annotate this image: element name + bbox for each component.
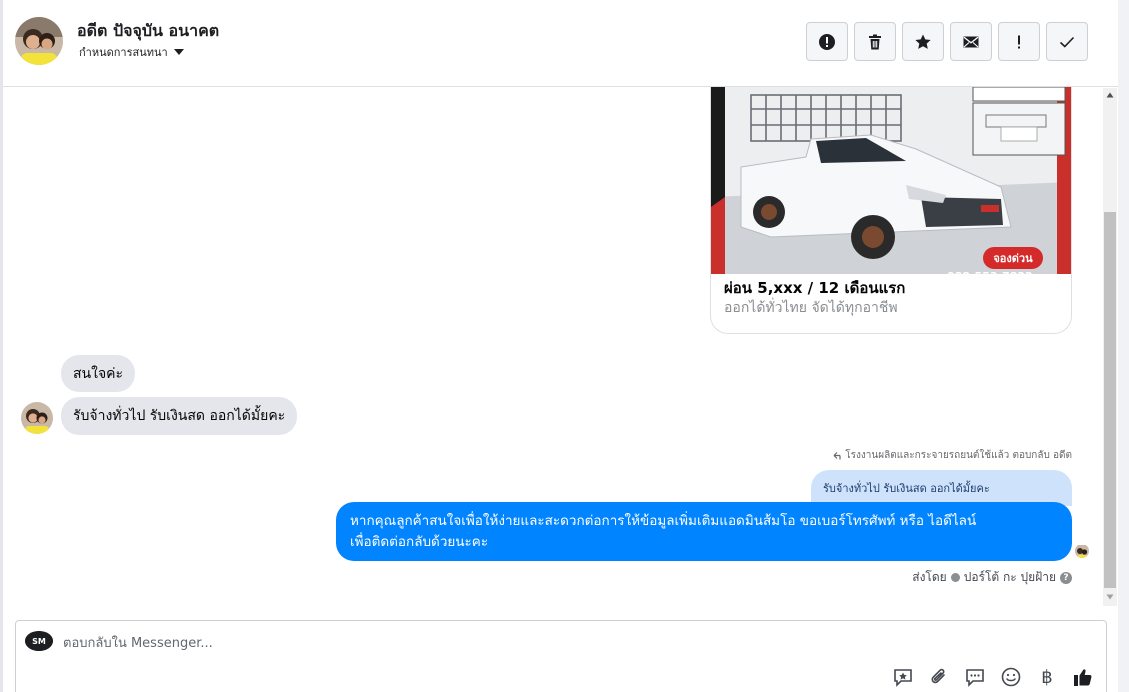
scroll-down-arrow-icon[interactable] xyxy=(1103,594,1117,604)
shared-post-subtitle: ออกได้ทั่วไทย จัดได้ทุกอาชีพ xyxy=(724,300,898,316)
report-spam-button[interactable] xyxy=(806,22,848,61)
caret-down-icon xyxy=(173,49,184,55)
incoming-message[interactable]: สนใจค่ะ xyxy=(61,355,136,392)
alert-circle-icon xyxy=(819,33,835,50)
payment-button[interactable]: ฿ xyxy=(1035,665,1059,689)
attach-file-button[interactable] xyxy=(927,665,951,689)
mark-done-button[interactable] xyxy=(1046,22,1088,61)
right-gutter xyxy=(1118,0,1129,692)
outgoing-message[interactable]: หากคุณลูกค้าสนใจเพื่อให้ง่ายและสะดวกต่อก… xyxy=(336,502,1072,561)
saved-reply-icon xyxy=(894,669,912,687)
attachment-icon xyxy=(931,668,945,684)
seen-avatar xyxy=(1075,544,1089,558)
baht-icon: ฿ xyxy=(1041,666,1053,688)
star-button[interactable] xyxy=(902,22,944,61)
message-templates-button[interactable] xyxy=(963,665,987,689)
thumbs-up-icon xyxy=(1074,669,1092,686)
message-scrollbar[interactable] xyxy=(1103,88,1117,606)
assign-conversation-dropdown[interactable]: กำหนดการสนทนา xyxy=(79,43,184,61)
follow-up-button[interactable] xyxy=(998,22,1040,61)
reply-context: โรงงานผลิตและกระจายรถยนต์ใช้แล้ว ตอบกลับ… xyxy=(833,448,1072,463)
contact-name[interactable]: อดีต ปัจจุบัน อนาคต xyxy=(77,19,219,44)
checkmark-icon xyxy=(1059,36,1075,48)
outgoing-message-line: หากคุณลูกค้าสนใจเพื่อให้ง่ายและสะดวกต่อก… xyxy=(350,513,977,529)
image-badge-text: จองด่วน xyxy=(993,252,1033,265)
sender-name[interactable]: ปอร์โต้ กะ ปุยฝ้าย xyxy=(964,568,1056,587)
saved-reply-button[interactable] xyxy=(891,665,915,689)
reply-input[interactable] xyxy=(63,633,963,653)
page-logo-text: SM xyxy=(32,637,46,646)
emoji-button[interactable] xyxy=(999,665,1023,689)
reply-arrow-icon xyxy=(833,452,841,460)
composer-tools: ฿ xyxy=(891,665,1095,689)
like-button[interactable] xyxy=(1071,665,1095,689)
quoted-message[interactable]: รับจ้างทั่วไป รับเงินสด ออกได้มั้ยคะ xyxy=(811,470,1072,506)
star-icon xyxy=(915,34,931,49)
shared-post-card[interactable]: จองด่วน 088-553-7822 ผ่อน 5,xxx / 12 เดื… xyxy=(710,87,1072,334)
inbox-conversation-view: อดีต ปัจจุบัน อนาคต กำหนดการสนทนา จองด่ว… xyxy=(0,0,1129,692)
delete-button[interactable] xyxy=(854,22,896,61)
assign-label: กำหนดการสนทนา xyxy=(79,46,168,59)
chat-bubble-icon xyxy=(966,669,984,687)
sent-by-label: ส่งโดย xyxy=(912,570,947,584)
conversation-header: อดีต ปัจจุบัน อนาคต กำหนดการสนทนา xyxy=(3,0,1118,87)
incoming-message[interactable]: รับจ้างทั่วไป รับเงินสด ออกได้มั้ยคะ xyxy=(61,397,298,435)
sent-by-info: ส่งโดย ปอร์โต้ กะ ปุยฝ้าย ? xyxy=(912,568,1072,587)
scroll-up-arrow-icon[interactable] xyxy=(1103,92,1117,102)
contact-avatar[interactable] xyxy=(15,17,63,65)
contact-avatar-small[interactable] xyxy=(21,402,53,434)
shared-post-image[interactable]: จองด่วน 088-553-7822 xyxy=(711,87,1071,274)
mark-unread-button[interactable] xyxy=(950,22,992,61)
sender-avatar-icon xyxy=(950,573,960,582)
conversation-actions xyxy=(806,22,1088,61)
trash-icon xyxy=(869,34,881,49)
envelope-icon xyxy=(963,36,979,47)
exclamation-icon xyxy=(1018,35,1020,48)
help-icon[interactable]: ? xyxy=(1060,571,1072,584)
image-phone-text: 088-553-7822 xyxy=(947,270,1033,274)
outgoing-message-line: เพื่อติดต่อกลับด้วยนะคะ xyxy=(350,534,489,550)
left-divider xyxy=(0,0,3,692)
scrollbar-thumb[interactable] xyxy=(1104,212,1116,588)
page-logo: SM xyxy=(25,631,53,651)
message-composer: SM ฿ xyxy=(15,620,1107,692)
emoji-icon xyxy=(1001,667,1021,687)
reply-context-text: โรงงานผลิตและกระจายรถยนต์ใช้แล้ว ตอบกลับ… xyxy=(845,450,1072,461)
